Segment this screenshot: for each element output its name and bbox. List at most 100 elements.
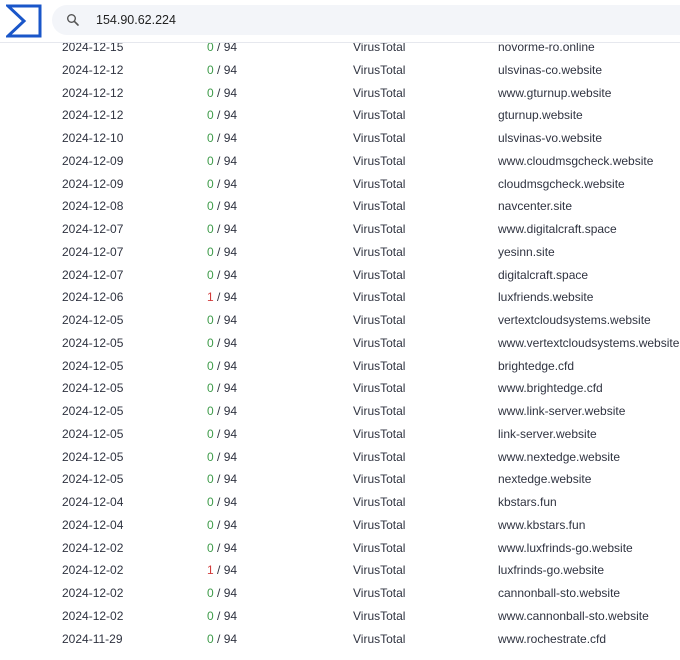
detection-ratio: 0 / 94: [207, 377, 237, 400]
resolution-date: 2024-12-02: [62, 540, 124, 555]
detection-positives: 0: [207, 62, 214, 77]
detection-ratio: 0 / 94: [207, 628, 237, 651]
domain-link[interactable]: navcenter.site: [498, 195, 572, 218]
table-row[interactable]: 2024-12-12 0 / 94 VirusTotal ulsvinas-co.we…: [0, 59, 680, 82]
resolution-date: 2024-12-04: [62, 517, 124, 532]
table-row[interactable]: 2024-12-05 0 / 94 VirusTotal brightedge.cfd: [0, 355, 680, 378]
resolution-date: 2024-12-04: [62, 495, 124, 509]
domain-link[interactable]: brightedge.cfd: [498, 355, 574, 378]
resolver-source: VirusTotal: [353, 131, 406, 145]
domain-link[interactable]: www.kbstars.fun: [498, 514, 585, 537]
resolution-date: 2024-12-12: [62, 85, 124, 100]
domain-link[interactable]: vertextcloudsystems.website: [498, 309, 651, 332]
detection-ratio: 0 / 94: [207, 195, 237, 218]
domain-link[interactable]: www.gturnup.website: [498, 82, 611, 105]
resolution-date: 2024-12-02: [62, 608, 124, 623]
table-row[interactable]: 2024-12-07 0 / 94 VirusTotal www.digitalcra…: [0, 218, 680, 241]
table-row[interactable]: 2024-12-04 0 / 94 VirusTotal www.kbstars.fu…: [0, 514, 680, 537]
detection-total: / 94: [213, 153, 238, 168]
search-input[interactable]: 154.90.62.224: [96, 5, 176, 35]
detection-positives: 0: [207, 517, 214, 532]
domain-link[interactable]: www.rochestrate.cfd: [498, 628, 606, 651]
table-row[interactable]: 2024-12-05 0 / 94 VirusTotal www.link-serve…: [0, 400, 680, 423]
app-logo-icon[interactable]: [6, 4, 42, 38]
domain-link[interactable]: link-server.website: [498, 423, 597, 446]
detection-positives: 0: [207, 85, 214, 100]
resolver-source: VirusTotal: [353, 381, 406, 396]
table-row[interactable]: 2024-12-02 1 / 94 VirusTotal luxfrinds-go.w…: [0, 559, 680, 582]
resolver-source: VirusTotal: [353, 631, 406, 646]
table-row[interactable]: 2024-12-04 0 / 94 VirusTotal kbstars.fun: [0, 491, 680, 514]
domain-link[interactable]: gturnup.website: [498, 104, 583, 127]
table-row[interactable]: 2024-12-02 0 / 94 VirusTotal www.cannonball…: [0, 605, 680, 628]
detection-total: / 94: [213, 608, 238, 623]
domain-link[interactable]: cloudmsgcheck.website: [498, 173, 625, 196]
detection-ratio: 1 / 94: [207, 286, 237, 309]
table-row[interactable]: 2024-12-10 0 / 94 VirusTotal ulsvinas-vo.we…: [0, 127, 680, 150]
domain-link[interactable]: www.cannonball-sto.website: [498, 605, 649, 628]
resolution-date: 2024-12-10: [62, 131, 124, 145]
table-row[interactable]: 2024-12-12 0 / 94 VirusTotal www.gturnup.we…: [0, 82, 680, 105]
detection-total: / 94: [213, 358, 238, 373]
table-row[interactable]: 2024-12-05 0 / 94 VirusTotal vertextcloudsy…: [0, 309, 680, 332]
table-row[interactable]: 2024-12-02 0 / 94 VirusTotal www.luxfrinds-…: [0, 537, 680, 560]
resolution-date: 2024-12-02: [62, 586, 124, 600]
domain-link[interactable]: luxfrinds-go.website: [498, 559, 604, 582]
domain-link[interactable]: ulsvinas-vo.website: [498, 127, 602, 150]
domain-link[interactable]: yesinn.site: [498, 241, 555, 264]
domain-link[interactable]: luxfriends.website: [498, 286, 593, 309]
domain-link[interactable]: ulsvinas-co.website: [498, 59, 602, 82]
detection-positives: 0: [207, 199, 214, 214]
resolver-source: VirusTotal: [353, 85, 406, 100]
table-row[interactable]: 2024-12-05 0 / 94 VirusTotal www.nextedge.w…: [0, 446, 680, 469]
table-row[interactable]: 2024-12-07 0 / 94 VirusTotal digitalcraft.s…: [0, 264, 680, 287]
resolver-source: VirusTotal: [353, 222, 406, 236]
table-row[interactable]: 2024-12-05 0 / 94 VirusTotal www.brightedge…: [0, 377, 680, 400]
resolver-source: VirusTotal: [353, 540, 406, 555]
resolver-source: VirusTotal: [353, 176, 406, 191]
domain-link[interactable]: cannonball-sto.website: [498, 582, 620, 605]
domain-link[interactable]: www.cloudmsgcheck.website: [498, 150, 653, 173]
table-row[interactable]: 2024-12-08 0 / 94 VirusTotal navcenter.site: [0, 195, 680, 218]
table-row[interactable]: 2024-12-05 0 / 94 VirusTotal www.vertextclo…: [0, 332, 680, 355]
resolver-source: VirusTotal: [353, 472, 406, 487]
domain-link[interactable]: nextedge.website: [498, 468, 591, 491]
detection-total: / 94: [213, 335, 238, 350]
resolver-source: VirusTotal: [353, 199, 406, 214]
table-row[interactable]: 2024-12-09 0 / 94 VirusTotal www.cloudmsgch…: [0, 150, 680, 173]
resolution-date: 2024-12-06: [62, 290, 124, 305]
resolution-date: 2024-12-05: [62, 404, 124, 418]
table-row[interactable]: 2024-12-02 0 / 94 VirusTotal cannonball-sto…: [0, 582, 680, 605]
table-row[interactable]: 2024-12-05 0 / 94 VirusTotal nextedge.websi…: [0, 468, 680, 491]
domain-link[interactable]: www.nextedge.website: [498, 446, 620, 469]
table-row[interactable]: 2024-12-07 0 / 94 VirusTotal yesinn.site: [0, 241, 680, 264]
domain-link[interactable]: www.digitalcraft.space: [498, 218, 617, 241]
table-row[interactable]: 2024-12-09 0 / 94 VirusTotal cloudmsgcheck.…: [0, 173, 680, 196]
table-row[interactable]: 2024-12-05 0 / 94 VirusTotal link-server.we…: [0, 423, 680, 446]
detection-ratio: 0 / 94: [207, 59, 237, 82]
detection-positives: 0: [207, 244, 214, 259]
resolver-source: VirusTotal: [353, 62, 406, 77]
detection-total: / 94: [213, 381, 238, 396]
search-bar[interactable]: 154.90.62.224: [52, 5, 680, 35]
domain-link[interactable]: www.luxfrinds-go.website: [498, 537, 633, 560]
table-row[interactable]: 2024-12-06 1 / 94 VirusTotal luxfriends.web…: [0, 286, 680, 309]
detection-total: / 94: [213, 176, 238, 191]
domain-link[interactable]: www.link-server.website: [498, 400, 625, 423]
resolution-date: 2024-12-05: [62, 381, 124, 396]
domain-link[interactable]: www.brightedge.cfd: [498, 377, 603, 400]
resolution-date: 2024-12-12: [62, 108, 124, 123]
domain-link[interactable]: www.vertextcloudsystems.website: [498, 332, 679, 355]
table-row[interactable]: 2024-12-12 0 / 94 VirusTotal gturnup.websit…: [0, 104, 680, 127]
resolver-source: VirusTotal: [353, 495, 406, 509]
detection-positives: 0: [207, 153, 214, 168]
detection-total: / 94: [213, 517, 238, 532]
domain-link[interactable]: digitalcraft.space: [498, 264, 588, 287]
table-row[interactable]: 2024-11-29 0 / 94 VirusTotal www.rochestrat…: [0, 628, 680, 651]
detection-total: / 94: [213, 313, 238, 327]
detection-total: / 94: [213, 108, 238, 123]
detection-ratio: 0 / 94: [207, 446, 237, 469]
domain-link[interactable]: kbstars.fun: [498, 491, 557, 514]
detection-ratio: 0 / 94: [207, 514, 237, 537]
resolution-date: 2024-12-09: [62, 153, 124, 168]
